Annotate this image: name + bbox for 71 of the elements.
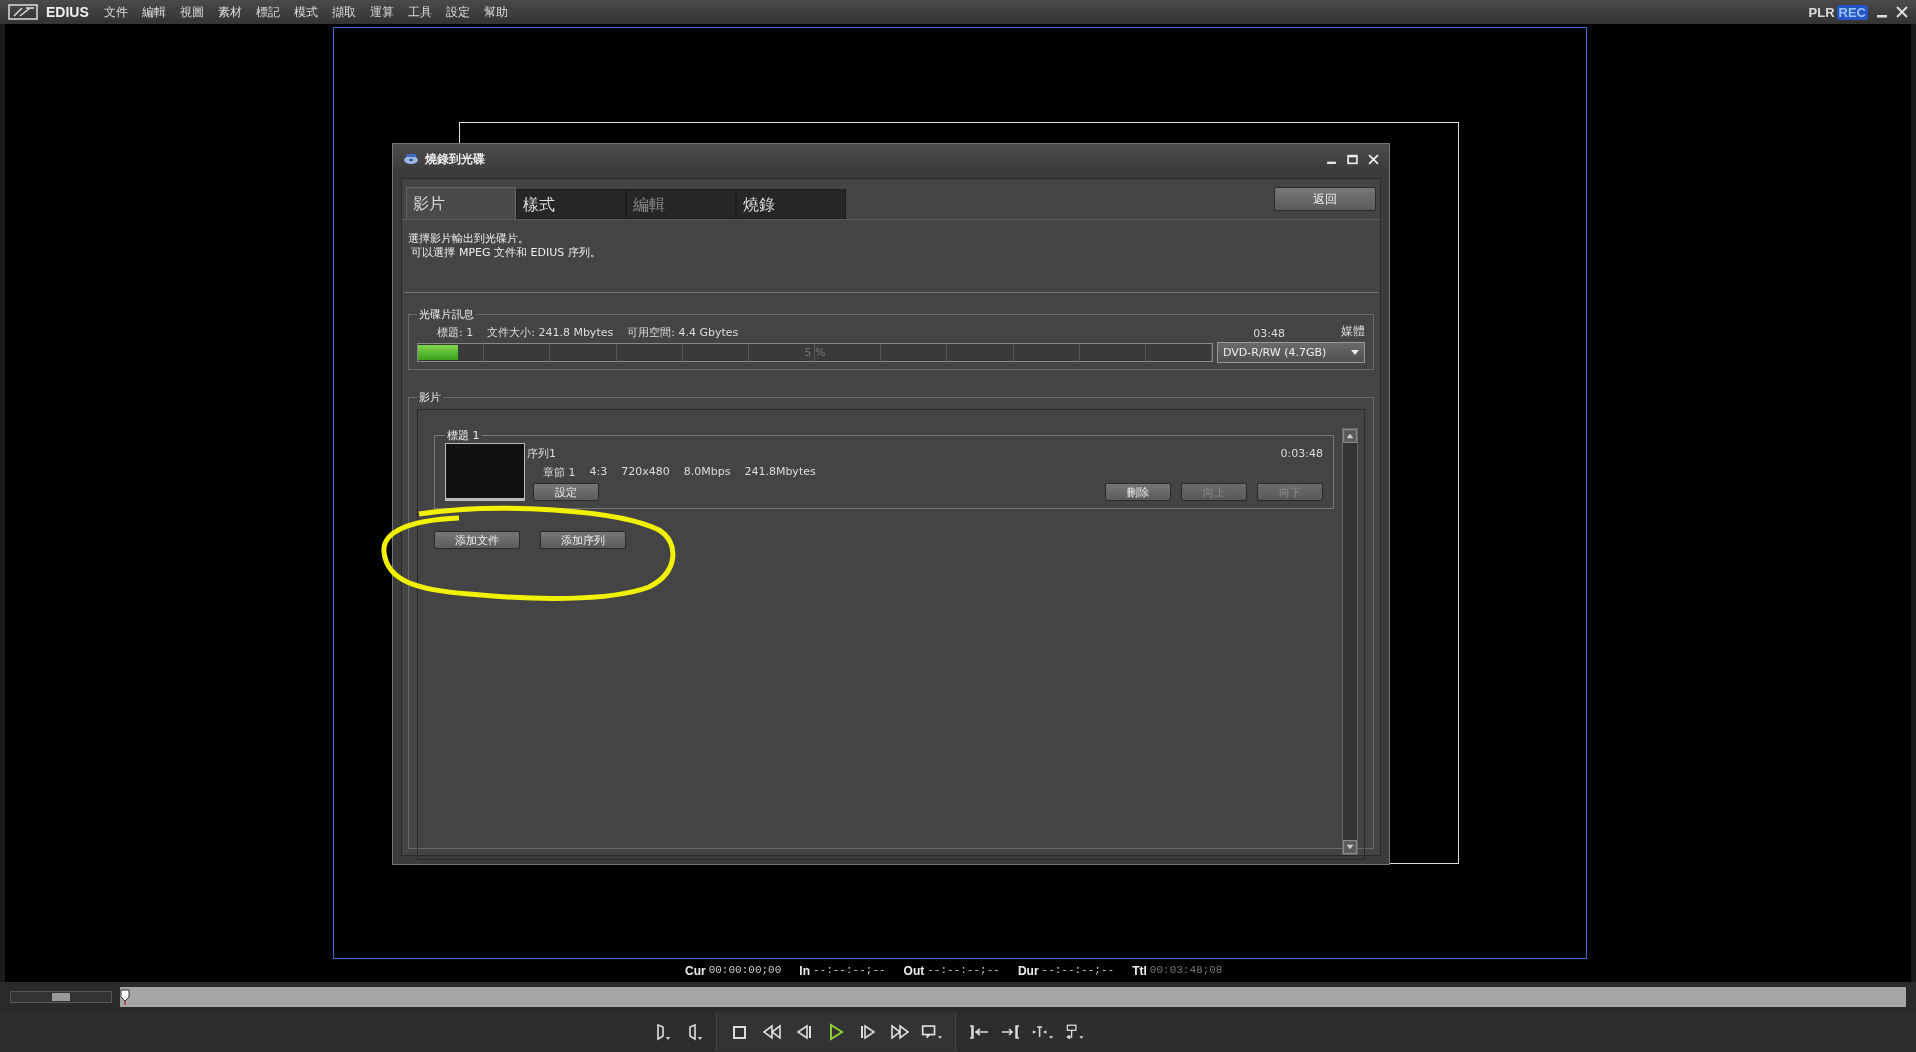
timecode-label: Cur xyxy=(685,964,706,978)
playhead-icon[interactable] xyxy=(120,989,130,1005)
title-count: 標題: 1 xyxy=(437,325,474,340)
menu-item[interactable]: 幫助 xyxy=(476,3,515,21)
output-icon[interactable] xyxy=(921,1022,943,1042)
menu-item[interactable]: 模式 xyxy=(286,3,325,21)
close-icon[interactable] xyxy=(1896,6,1908,18)
export-icon[interactable] xyxy=(1064,1022,1086,1042)
group-legend: 光碟片訊息 xyxy=(417,307,476,322)
timecode-label: Dur xyxy=(1017,964,1039,978)
settings-button[interactable]: 設定 xyxy=(533,483,599,501)
sequence-name: 序列1 xyxy=(527,445,556,461)
add-button[interactable]: 添加文件 xyxy=(434,531,520,549)
scroll-up-icon[interactable] xyxy=(1343,429,1357,443)
mode-toggle[interactable]: PLR xyxy=(1806,4,1837,20)
scroll-down-icon[interactable] xyxy=(1343,840,1357,854)
menu-item[interactable]: 視圖 xyxy=(172,3,211,21)
menu-item[interactable]: 標記 xyxy=(248,3,287,21)
detail-text: 241.8Mbytes xyxy=(744,465,816,480)
capacity-percent: 5 % xyxy=(804,346,826,359)
menu-item[interactable]: 運算 xyxy=(362,3,401,21)
add-button[interactable]: 添加序列 xyxy=(540,531,626,549)
insert-icon[interactable] xyxy=(968,1022,990,1042)
scrollbar[interactable] xyxy=(1342,428,1358,855)
menu-item[interactable]: 設定 xyxy=(438,3,477,21)
timecode-value: --:--:--;-- xyxy=(927,964,1000,978)
mode-toggle[interactable]: REC xyxy=(1836,4,1868,20)
slider-thumb[interactable] xyxy=(52,993,70,1001)
close-icon[interactable] xyxy=(1368,153,1379,165)
detail-text: 720x480 xyxy=(621,465,670,480)
tab[interactable]: 影片 xyxy=(406,187,516,219)
timecode-label: In xyxy=(799,964,810,978)
menu-item[interactable]: 素材 xyxy=(210,3,249,21)
return-button[interactable]: 返回 xyxy=(1274,187,1376,211)
tab[interactable]: 燒錄 xyxy=(736,189,846,219)
description-text: 選擇影片輸出到光碟片。 xyxy=(408,232,530,246)
title-duration: 0:03:48 xyxy=(1280,446,1323,460)
menu-item[interactable]: 工具 xyxy=(400,3,439,21)
timecode-label: Out xyxy=(903,964,925,978)
timecode-value: 00:00:00;00 xyxy=(708,964,782,978)
detail-text: 8.0Mbps xyxy=(683,465,731,480)
description-text: 可以選擇 MPEG 文件和 EDIUS 序列。 xyxy=(410,246,602,260)
detail-text: 章節 1 xyxy=(543,465,576,480)
disc-duration: 03:48 xyxy=(1253,327,1285,340)
zoom-slider[interactable] xyxy=(10,991,112,1003)
group-legend: 影片 xyxy=(417,390,443,405)
file-size: 文件大小: 241.8 Mbytes xyxy=(487,325,614,340)
app-logo-icon xyxy=(8,4,38,20)
media-dropdown[interactable]: DVD-R/RW (4.7GB) xyxy=(1217,342,1365,363)
maximize-icon[interactable] xyxy=(1347,153,1358,165)
overwrite-icon[interactable] xyxy=(1000,1022,1022,1042)
title-legend: 標題 1 xyxy=(445,428,482,443)
dialog-title: 燒錄到光碟 xyxy=(425,150,485,168)
timecode-label: Ttl xyxy=(1132,964,1147,978)
timecode-value: 00:03:48;08 xyxy=(1149,964,1223,978)
fast-forward-icon[interactable] xyxy=(889,1022,911,1042)
menu-item[interactable]: 文件 xyxy=(96,3,135,21)
entry-button[interactable]: 刪除 xyxy=(1105,483,1171,501)
free-space: 可用空間: 4.4 Gbytes xyxy=(627,325,739,340)
timeline-track[interactable] xyxy=(120,987,1906,1007)
menu-item[interactable]: 擷取 xyxy=(324,3,363,21)
disc-icon xyxy=(403,153,419,165)
menu-item[interactable]: 編輯 xyxy=(134,3,173,21)
rewind-icon[interactable] xyxy=(761,1022,783,1042)
detail-text: 4:3 xyxy=(589,465,608,480)
caret-icon xyxy=(1351,350,1359,355)
timecode-value: --:--:--;-- xyxy=(1041,964,1115,978)
tab[interactable]: 樣式 xyxy=(516,189,626,219)
timecode-value: --:--:--;-- xyxy=(812,964,886,978)
app-name: EDIUS xyxy=(46,4,89,20)
media-label: 媒體 xyxy=(1341,323,1365,340)
